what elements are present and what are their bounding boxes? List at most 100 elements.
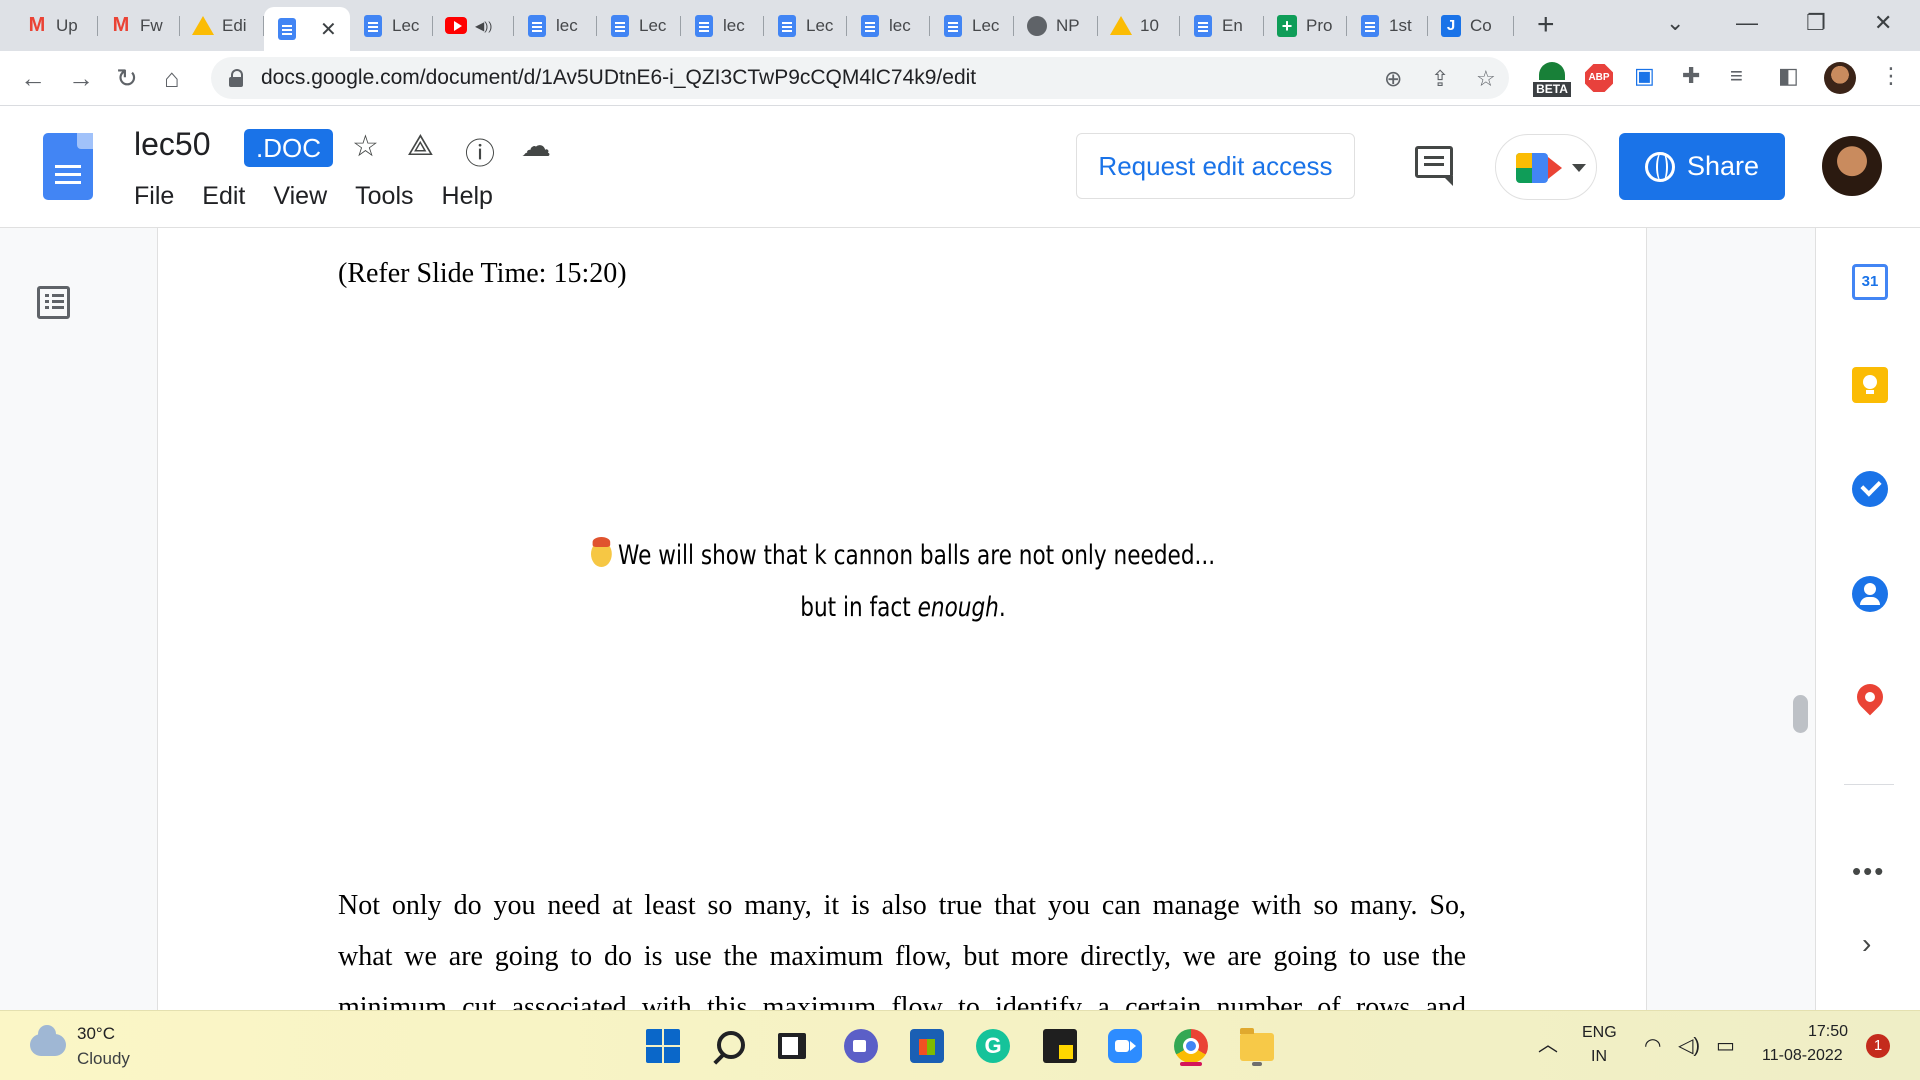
menu-help[interactable]: Help xyxy=(442,182,493,211)
clock-time[interactable]: 17:50 xyxy=(1808,1023,1848,1041)
browser-tab[interactable]: 10 xyxy=(1098,7,1180,44)
zoom-app-icon[interactable] xyxy=(1108,1029,1142,1063)
restore-icon[interactable]: ❐ xyxy=(1806,10,1826,36)
close-window-icon[interactable]: ✕ xyxy=(1874,10,1892,36)
maps-icon[interactable] xyxy=(1851,678,1889,716)
document-page[interactable]: (Refer Slide Time: 15:20) We will show t… xyxy=(157,228,1647,1010)
tab-title: Lec xyxy=(806,15,834,35)
browser-toolbar: ← → ↻ ⌂ docs.google.com/document/d/1Av5U… xyxy=(0,51,1920,106)
account-avatar[interactable] xyxy=(1822,136,1882,196)
browser-tab[interactable]: En xyxy=(1180,7,1264,44)
zoom-icon[interactable]: ⊕ xyxy=(1384,66,1402,92)
screen-record-icon[interactable]: ▣ xyxy=(1634,63,1655,89)
browser-tab[interactable]: 1st xyxy=(1347,7,1428,44)
show-hidden-icons-icon[interactable]: ︿ xyxy=(1538,1028,1558,1057)
menu-view[interactable]: View xyxy=(273,182,327,211)
document-outline-icon[interactable] xyxy=(37,286,70,319)
tab-title: Lec xyxy=(972,15,1000,35)
reload-icon[interactable]: ↻ xyxy=(116,63,138,94)
browser-tab[interactable]: M Fw xyxy=(98,7,180,44)
share-button[interactable]: Share xyxy=(1619,133,1785,200)
request-edit-access-button[interactable]: Request edit access xyxy=(1076,133,1355,199)
star-icon[interactable]: ☆ xyxy=(352,129,379,164)
weather-condition[interactable]: Cloudy xyxy=(77,1049,130,1069)
bookmark-star-icon[interactable]: ☆ xyxy=(1476,66,1496,92)
comments-icon[interactable] xyxy=(1415,146,1453,186)
clock-date[interactable]: 11-08-2022 xyxy=(1762,1047,1843,1065)
search-icon[interactable] xyxy=(717,1031,745,1059)
task-view-icon[interactable] xyxy=(778,1033,806,1059)
address-bar[interactable]: docs.google.com/document/d/1Av5UDtnE6-i_… xyxy=(211,57,1509,99)
gmail-icon: M xyxy=(28,14,46,36)
browser-tab[interactable]: Lec xyxy=(764,7,847,44)
lock-icon[interactable] xyxy=(229,69,245,87)
battery-icon[interactable]: ▭ xyxy=(1716,1033,1735,1058)
sticky-notes-icon[interactable] xyxy=(1043,1029,1077,1063)
tab-audio-icon[interactable]: ◀)) xyxy=(475,19,492,33)
browser-tab[interactable]: + Pro xyxy=(1264,7,1347,44)
tab-search-icon[interactable]: ⌄ xyxy=(1666,10,1684,36)
weather-temperature[interactable]: 30°C xyxy=(77,1024,115,1044)
more-addons-icon[interactable]: ••• xyxy=(1852,856,1885,887)
browser-tab[interactable]: NP xyxy=(1014,7,1098,44)
chrome-icon[interactable] xyxy=(1174,1029,1208,1063)
browser-tab[interactable]: M Up xyxy=(14,7,98,44)
grammarly-icon[interactable]: G xyxy=(976,1029,1010,1063)
info-icon[interactable]: ⓘ xyxy=(465,129,495,173)
store-icon[interactable] xyxy=(910,1029,944,1063)
document-title[interactable]: lec50 xyxy=(134,126,211,163)
expand-panel-icon[interactable]: › xyxy=(1862,928,1871,960)
browser-tab[interactable]: Lec xyxy=(350,7,433,44)
adblock-icon[interactable]: ABP xyxy=(1585,64,1613,92)
menu-edit[interactable]: Edit xyxy=(202,182,245,211)
notification-badge[interactable]: 1 xyxy=(1866,1034,1890,1058)
docs-logo-icon[interactable] xyxy=(43,133,93,200)
language-region[interactable]: IN xyxy=(1591,1048,1607,1066)
browser-tab[interactable]: Lec xyxy=(930,7,1014,44)
home-icon[interactable]: ⌂ xyxy=(164,63,180,94)
share-page-icon[interactable]: ⇪ xyxy=(1431,66,1449,92)
meet-button[interactable] xyxy=(1495,134,1597,200)
keep-icon[interactable] xyxy=(1852,367,1888,403)
wifi-icon[interactable]: ◠ xyxy=(1644,1033,1661,1058)
tab-title: Co xyxy=(1470,15,1492,35)
new-tab-button[interactable]: + xyxy=(1537,8,1555,42)
browser-tab[interactable]: lec xyxy=(681,7,764,44)
browser-tab[interactable]: lec xyxy=(514,7,597,44)
minimize-icon[interactable]: — xyxy=(1736,10,1758,36)
cloud-status-icon[interactable]: ☁ xyxy=(521,129,551,164)
menu-bar: File Edit View Tools Help xyxy=(134,182,521,211)
weather-cloud-icon[interactable] xyxy=(30,1025,66,1056)
browser-menu-icon[interactable]: ⋮ xyxy=(1880,63,1902,89)
calendar-icon[interactable]: 31 xyxy=(1852,264,1888,300)
menu-file[interactable]: File xyxy=(134,182,174,211)
extensions-puzzle-icon[interactable]: ✚ xyxy=(1682,63,1700,89)
browser-tab[interactable]: lec xyxy=(847,7,930,44)
close-tab-icon[interactable]: ✕ xyxy=(320,17,337,42)
tab-title: lec xyxy=(556,15,578,35)
media-control-icon[interactable]: ≡ xyxy=(1730,63,1743,89)
scrollbar-thumb[interactable] xyxy=(1793,695,1808,733)
forward-icon[interactable]: → xyxy=(68,63,94,94)
browser-tab[interactable]: Lec xyxy=(597,7,681,44)
browser-tab[interactable]: ✕ xyxy=(264,7,350,51)
move-to-drive-icon[interactable]: ⟁ xyxy=(407,129,434,163)
browser-tab[interactable]: ◀)) xyxy=(433,7,514,44)
contacts-icon[interactable] xyxy=(1852,576,1888,612)
file-explorer-icon[interactable] xyxy=(1240,1028,1274,1061)
profile-avatar[interactable] xyxy=(1824,62,1856,94)
language-indicator[interactable]: ENG xyxy=(1582,1024,1617,1042)
side-panel-icon[interactable]: ◧ xyxy=(1778,63,1799,89)
browser-tab[interactable]: Edi xyxy=(180,7,264,44)
tasks-icon[interactable] xyxy=(1852,471,1888,507)
beta-extension-icon[interactable]: BETA xyxy=(1533,60,1571,100)
menu-tools[interactable]: Tools xyxy=(355,182,413,211)
browser-tab[interactable]: J Co xyxy=(1428,7,1514,44)
start-icon[interactable] xyxy=(646,1029,680,1063)
tab-title: lec xyxy=(723,15,745,35)
tab-title: Fw xyxy=(140,15,163,35)
teams-chat-icon[interactable] xyxy=(844,1029,878,1063)
back-icon[interactable]: ← xyxy=(20,63,46,94)
volume-icon[interactable]: ◁) xyxy=(1678,1033,1700,1058)
refer-slide-time: (Refer Slide Time: 15:20) xyxy=(338,258,627,289)
